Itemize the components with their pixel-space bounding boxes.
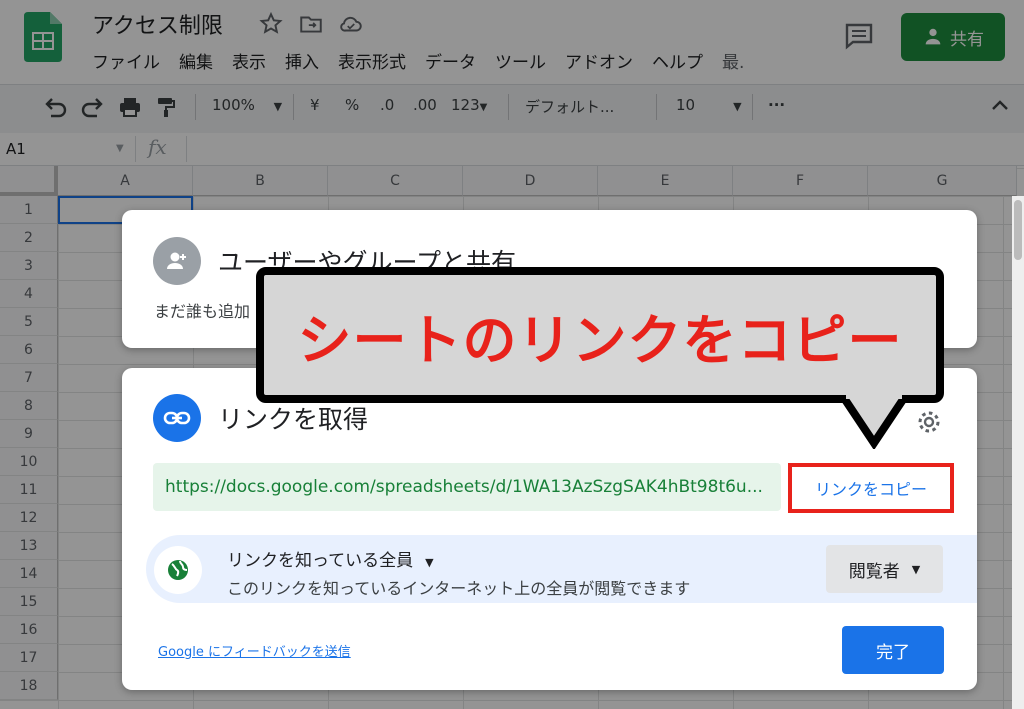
link-icon xyxy=(153,394,201,442)
access-description: このリンクを知っているインターネット上の全員が閲覧できます xyxy=(227,579,691,598)
share-url-field[interactable]: https://docs.google.com/spreadsheets/d/1… xyxy=(153,463,781,511)
copy-link-button[interactable]: リンクをコピー xyxy=(788,463,954,513)
done-button[interactable]: 完了 xyxy=(842,626,944,674)
vertical-scrollbar[interactable] xyxy=(1012,196,1024,709)
chevron-down-icon: ▼ xyxy=(425,556,434,569)
role-select[interactable]: 閲覧者 ▼ xyxy=(826,545,943,593)
add-person-icon xyxy=(153,237,201,285)
feedback-link[interactable]: Google にフィードバックを送信 xyxy=(158,641,351,660)
callout-pointer xyxy=(842,395,906,449)
access-scope-select[interactable]: リンクを知っている全員 ▼ xyxy=(227,546,434,571)
chevron-down-icon: ▼ xyxy=(911,562,921,576)
share-card-subtitle: まだ誰も追加 xyxy=(154,302,251,321)
callout-text: シートのリンクをコピー xyxy=(297,308,903,372)
settings-gear-icon[interactable] xyxy=(916,409,942,435)
role-label: 閲覧者 xyxy=(848,561,900,582)
globe-icon xyxy=(154,546,202,594)
annotation-callout: シートのリンクをコピー xyxy=(256,267,944,403)
link-card-title: リンクを取得 xyxy=(218,405,369,434)
scrollbar-thumb[interactable] xyxy=(1014,200,1022,260)
access-scope-label: リンクを知っている全員 xyxy=(227,551,414,571)
